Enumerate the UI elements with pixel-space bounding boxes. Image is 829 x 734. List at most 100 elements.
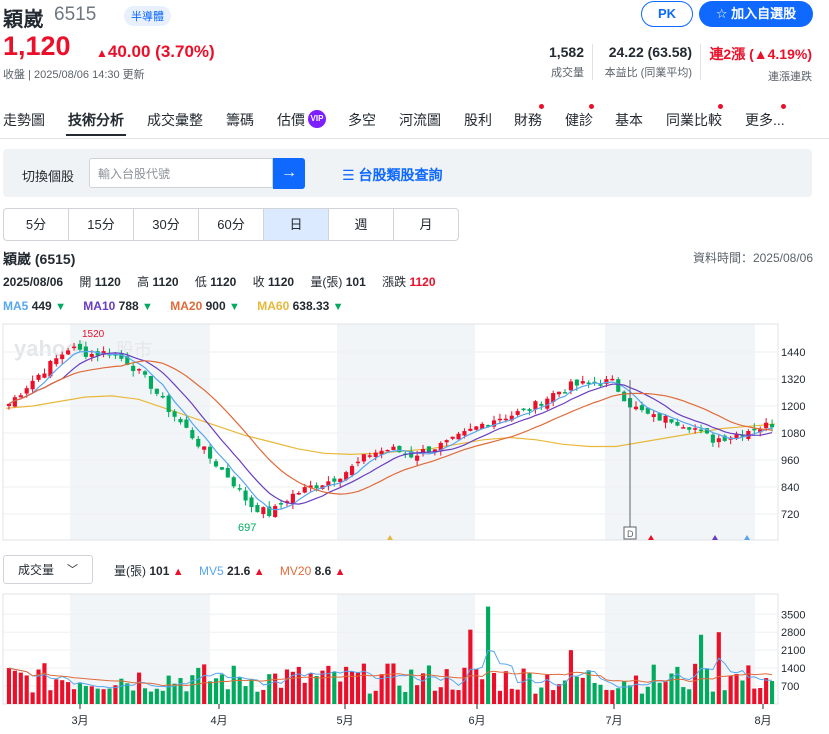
volume-bar[interactable] [716, 632, 721, 704]
candle-body[interactable] [89, 353, 94, 357]
period-day[interactable]: 日 [264, 209, 329, 240]
volume-bar[interactable] [119, 678, 124, 704]
indicator-select[interactable]: 成交量 ﹀ [3, 555, 93, 584]
volume-bar[interactable] [432, 690, 437, 704]
candle-body[interactable] [66, 350, 71, 355]
candle-body[interactable] [610, 378, 615, 381]
candle-body[interactable] [681, 427, 686, 429]
volume-bar[interactable] [344, 666, 349, 704]
candle-body[interactable] [225, 468, 230, 478]
volume-bar[interactable] [208, 681, 213, 704]
candle-body[interactable] [184, 419, 189, 428]
volume-bar[interactable] [639, 693, 644, 704]
volume-bar[interactable] [604, 689, 609, 704]
tab-trades[interactable]: 成交彙整 [147, 110, 203, 130]
candle-body[interactable] [190, 430, 195, 439]
candle-body[interactable] [172, 411, 177, 417]
candle-body[interactable] [148, 375, 153, 389]
candle-body[interactable] [60, 354, 65, 360]
volume-bar[interactable] [225, 689, 230, 704]
volume-bar[interactable] [462, 667, 467, 704]
volume-bar[interactable] [385, 663, 390, 704]
candle-body[interactable] [710, 434, 715, 443]
candle-body[interactable] [219, 467, 224, 470]
candle-body[interactable] [515, 411, 520, 415]
candle-body[interactable] [196, 438, 201, 447]
volume-bar[interactable] [249, 678, 254, 704]
volume-bar[interactable] [710, 691, 715, 704]
volume-bar[interactable] [539, 687, 544, 704]
tab-peers[interactable]: 同業比較 [666, 110, 722, 130]
candle-body[interactable] [367, 455, 372, 457]
volume-bar[interactable] [698, 634, 704, 704]
volume-bar[interactable] [509, 688, 514, 704]
volume-bar[interactable] [628, 685, 633, 704]
candle-body[interactable] [231, 477, 236, 487]
candle-body[interactable] [6, 403, 12, 407]
volume-bar[interactable] [219, 674, 224, 704]
volume-bar[interactable] [438, 687, 443, 704]
period-5min[interactable]: 5分 [4, 209, 69, 240]
volume-bar[interactable] [557, 684, 562, 704]
volume-bar[interactable] [30, 692, 35, 704]
candle-body[interactable] [687, 427, 692, 430]
volume-bar[interactable] [308, 673, 313, 704]
volume-bar[interactable] [651, 664, 656, 704]
candle-body[interactable] [30, 380, 35, 390]
candle-body[interactable] [580, 381, 585, 384]
volume-bar[interactable] [278, 687, 284, 704]
category-query-link[interactable]: ☰ 台股類股查詢 [342, 165, 442, 185]
period-30min[interactable]: 30分 [134, 209, 199, 240]
volume-bar[interactable] [261, 689, 266, 704]
volume-bar[interactable] [616, 688, 621, 704]
candle-body[interactable] [160, 395, 165, 398]
volume-bar[interactable] [18, 672, 23, 704]
candle-body[interactable] [574, 379, 579, 386]
candle-body[interactable] [261, 507, 266, 515]
volume-bar[interactable] [131, 690, 136, 704]
candle-body[interactable] [716, 438, 721, 443]
volume-bar[interactable] [178, 678, 183, 704]
volume-chart[interactable]: 700 1400 2100 2800 3500 3月 4月 5月 6月 7月 8月 [0, 592, 829, 734]
volume-bar[interactable] [657, 682, 662, 704]
tab-valuation[interactable]: 估價 [277, 110, 305, 130]
volume-bar[interactable] [503, 671, 508, 704]
candle-body[interactable] [462, 431, 467, 436]
volume-bar[interactable] [746, 665, 751, 704]
candle-body[interactable] [669, 419, 674, 423]
candle-body[interactable] [273, 505, 278, 517]
candle-body[interactable] [651, 414, 656, 418]
period-week[interactable]: 週 [329, 209, 394, 240]
volume-bar[interactable] [255, 691, 260, 704]
tab-trend[interactable]: 走勢圖 [3, 110, 45, 130]
volume-bar[interactable] [675, 666, 680, 704]
candle-body[interactable] [622, 391, 627, 402]
volume-bar[interactable] [704, 668, 710, 704]
candle-body[interactable] [415, 455, 420, 461]
candle-body[interactable] [450, 436, 455, 439]
volume-bar[interactable] [48, 690, 53, 704]
tab-basic[interactable]: 基本 [615, 110, 643, 130]
volume-bar[interactable] [450, 689, 455, 704]
volume-bar[interactable] [71, 689, 77, 704]
volume-bar[interactable] [296, 666, 301, 704]
candle-body[interactable] [243, 490, 248, 501]
volume-bar[interactable] [474, 669, 479, 704]
candle-body[interactable] [503, 418, 508, 421]
candle-body[interactable] [178, 418, 183, 423]
volume-bar[interactable] [580, 677, 585, 704]
volume-bar[interactable] [107, 688, 112, 704]
period-month[interactable]: 月 [394, 209, 458, 240]
volume-bar[interactable] [83, 686, 88, 704]
volume-bar[interactable] [196, 667, 201, 704]
volume-bar[interactable] [373, 690, 378, 704]
volume-bar[interactable] [533, 693, 538, 704]
tab-health[interactable]: 健診 [565, 110, 593, 130]
candle-body[interactable] [278, 503, 284, 505]
period-60min[interactable]: 60分 [199, 209, 264, 240]
volume-bar[interactable] [361, 663, 366, 704]
price-chart[interactable]: yahoo! 股市 7208409601080120013201440 D 15… [0, 322, 829, 542]
volume-bar[interactable] [420, 673, 426, 704]
volume-bar[interactable] [491, 672, 497, 704]
volume-bar[interactable] [60, 680, 65, 704]
